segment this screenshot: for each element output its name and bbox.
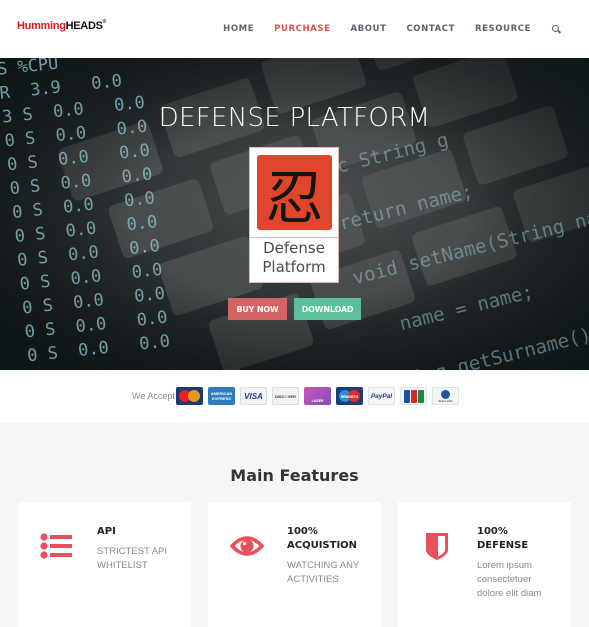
feature-title-line1: API <box>97 526 116 537</box>
main-nav: HOME PURCHASE ABOUT CONTACT RESOURCE <box>203 24 561 34</box>
feature-description: STRICTEST API WHITELIST <box>97 545 167 573</box>
laser-icon: LASER <box>304 387 331 405</box>
feature-card-api: API STRICTEST API WHITELIST <box>18 502 191 627</box>
maestro-icon: Maestro <box>336 387 363 405</box>
buy-now-button[interactable]: BUY NOW <box>228 298 287 320</box>
feature-desc-line1: STRICTEST API <box>97 546 168 557</box>
logo-text-line1: Defense <box>263 239 325 257</box>
visa-icon: VISA <box>240 387 267 405</box>
feature-description: WATCHING ANY ACTIVITIES <box>287 559 359 587</box>
feature-title-line1: 100% <box>287 526 318 537</box>
nav-home[interactable]: HOME <box>223 24 254 34</box>
logo-part-humming: Humming <box>17 20 66 32</box>
mastercard-icon <box>176 387 203 405</box>
eye-icon <box>230 536 264 556</box>
discover-icon: DISC O VER <box>272 387 299 405</box>
main-features-section: Main Features API STRICTEST API WHITELIS… <box>0 422 589 627</box>
registered-mark: ® <box>102 19 107 25</box>
feature-desc-line1: WATCHING ANY <box>287 560 360 571</box>
nav-about[interactable]: ABOUT <box>350 24 386 34</box>
payment-methods: We Accept AMERICAN EXPRESS VISA DISC O VER … <box>0 370 589 422</box>
features-title: Main Features <box>230 466 359 485</box>
feature-card-acquisition: 100% ACQUISTION WATCHING ANY ACTIVITIES <box>208 502 381 627</box>
feature-card-defense: 100% DEFENSE Lorem ipsum consectetuer do… <box>398 502 571 627</box>
feature-description: Lorem ipsum consectetuer dolore elit dia… <box>477 559 541 601</box>
logo-text-line2: Platform <box>262 258 326 276</box>
feature-title-line2: ACQUISTION <box>287 540 358 551</box>
download-button[interactable]: DOWNLOAD <box>294 298 361 320</box>
paypal-icon: PayPal <box>368 387 395 405</box>
hero-banner: S %CPU R 3.9 0.0 3 S 0.0 0.0 0 S 0.0 0.0… <box>0 58 589 370</box>
logo-text: Defense Platform <box>250 239 338 277</box>
brand-logo[interactable]: HummingHEADS® <box>17 19 107 32</box>
shield-icon <box>426 533 448 560</box>
feature-title-line2: DEFENSE <box>477 540 529 551</box>
logo-divider <box>250 237 338 238</box>
feature-title: 100% DEFENSE <box>477 525 528 553</box>
nav-contact[interactable]: CONTACT <box>406 24 455 34</box>
feature-desc-line1: Lorem ipsum <box>477 560 532 571</box>
search-icon[interactable] <box>551 24 561 34</box>
site-header: HummingHEADS® HOME PURCHASE ABOUT CONTAC… <box>0 0 589 58</box>
logo-part-heads: HEADS <box>65 20 103 32</box>
we-accept-label: We Accept <box>132 391 175 401</box>
american-express-icon: AMERICAN EXPRESS <box>208 387 235 405</box>
list-icon <box>40 533 72 559</box>
feature-desc-line2: WHITELIST <box>97 560 148 571</box>
defense-platform-logo: 忍 Defense Platform <box>249 147 339 283</box>
feature-title-line1: 100% <box>477 526 508 537</box>
feature-title: 100% ACQUISTION <box>287 525 357 553</box>
kanji-icon: 忍 <box>257 155 332 232</box>
jcb-icon <box>400 387 427 405</box>
feature-title: API <box>97 525 116 539</box>
feature-desc-line3: dolore elit diam <box>477 588 542 599</box>
nav-resource[interactable]: RESOURCE <box>475 24 531 34</box>
nav-purchase[interactable]: PURCHASE <box>274 24 330 34</box>
hero-title: DEFENSE PLATFORM <box>158 103 431 133</box>
diners-club-icon: Diners Club <box>432 387 459 405</box>
feature-desc-line2: ACTIVITIES <box>287 574 339 585</box>
feature-desc-line2: consectetuer <box>477 574 532 585</box>
